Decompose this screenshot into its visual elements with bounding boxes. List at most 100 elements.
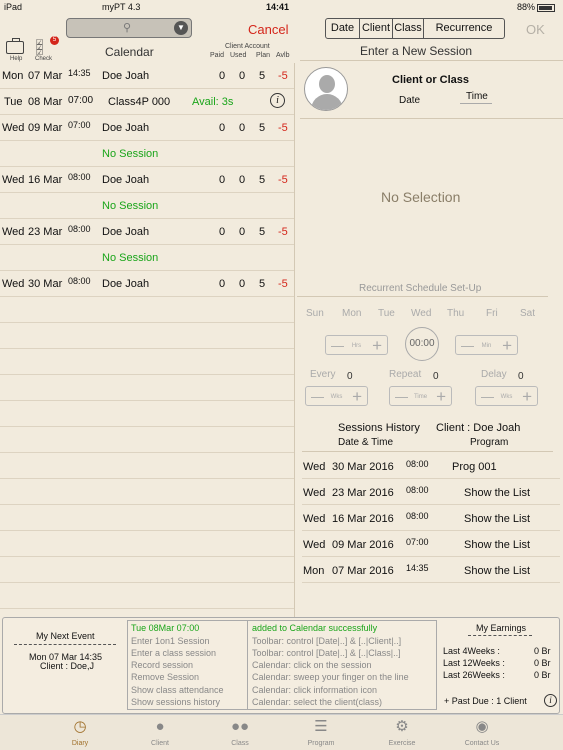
plus-icon[interactable]: + bbox=[436, 387, 446, 407]
row-paid: 0 bbox=[219, 226, 226, 238]
col-avlb: Avlb bbox=[276, 52, 290, 59]
delay-label: Delay bbox=[481, 369, 507, 380]
plus-icon[interactable]: + bbox=[522, 387, 532, 407]
avatar-body bbox=[311, 94, 343, 110]
earnings-value: 0 Br bbox=[534, 670, 551, 680]
info-icon[interactable]: i bbox=[544, 694, 557, 707]
time-underline bbox=[460, 103, 492, 104]
tab-label: Client bbox=[151, 740, 169, 747]
row-date: 23 Mar bbox=[28, 226, 63, 238]
history-program[interactable]: Show the List bbox=[464, 565, 530, 577]
weekday-wed[interactable]: Wed bbox=[411, 308, 431, 319]
log-left-line: Enter 1on1 Session bbox=[131, 636, 210, 646]
history-row[interactable]: Wed 23 Mar 2016 08:00 Show the List bbox=[302, 479, 560, 505]
plus-icon[interactable]: + bbox=[372, 336, 382, 356]
history-row[interactable]: Wed 09 Mar 2016 07:00 Show the List bbox=[302, 531, 560, 557]
checklist-icon[interactable]: ☑ ☑ ☑ bbox=[36, 39, 50, 57]
weekday-fri[interactable]: Fri bbox=[486, 308, 498, 319]
tab-program[interactable]: ☰ Program bbox=[281, 714, 361, 747]
history-time: 08:00 bbox=[406, 459, 429, 469]
row-date: 16 Mar bbox=[28, 174, 63, 186]
row-name: Doe Joah bbox=[102, 278, 150, 290]
status-bar: iPad myPT 4.3 14:41 88% bbox=[0, 0, 563, 14]
cancel-button[interactable]: Cancel bbox=[248, 22, 288, 37]
calendar-row[interactable]: Wed 23 Mar 08:00 Doe Joah 0 0 5 -5 bbox=[0, 219, 294, 245]
tab-label: Exercise bbox=[388, 740, 416, 747]
info-icon[interactable]: i bbox=[270, 93, 285, 108]
row-time: 08:00 bbox=[68, 276, 91, 286]
empty-row bbox=[0, 453, 294, 479]
empty-row bbox=[0, 479, 294, 505]
weekday-tue[interactable]: Tue bbox=[378, 308, 395, 319]
weekday-sat[interactable]: Sat bbox=[520, 308, 535, 319]
row-used: 0 bbox=[239, 174, 246, 186]
segment-class[interactable]: Class bbox=[393, 19, 424, 38]
row-avlb: -5 bbox=[278, 278, 288, 290]
plus-icon[interactable]: + bbox=[352, 387, 362, 407]
log-right-line: Toolbar: control [Date|..] & [..|Class|.… bbox=[252, 648, 401, 658]
calendar-row[interactable]: Wed 09 Mar 07:00 Doe Joah 0 0 5 -5 bbox=[0, 115, 294, 141]
calendar-row[interactable]: Tue 08 Mar 07:00 Class4P 000 Avail: 3s i bbox=[0, 89, 294, 115]
delay-stepper[interactable]: — Wks + bbox=[475, 386, 538, 406]
history-program[interactable]: Prog 001 bbox=[452, 461, 497, 473]
earnings-value: 0 Br bbox=[534, 646, 551, 656]
repeat-stepper[interactable]: — Time + bbox=[389, 386, 452, 406]
history-program[interactable]: Show the List bbox=[464, 487, 530, 499]
search-input[interactable]: ⚲ ▼ bbox=[66, 18, 192, 38]
tab-client[interactable]: ● Client bbox=[120, 714, 200, 747]
row-plan: 5 bbox=[259, 174, 266, 186]
hours-stepper[interactable]: — Hrs + bbox=[325, 335, 388, 355]
row-time: 07:00 bbox=[68, 120, 91, 130]
globe-icon: ◉ bbox=[475, 718, 489, 735]
segment-client[interactable]: Client bbox=[360, 19, 393, 38]
history-row[interactable]: Mon 07 Mar 2016 14:35 Show the List bbox=[302, 557, 560, 583]
row-avlb: -5 bbox=[278, 174, 288, 186]
row-used: 0 bbox=[239, 278, 246, 290]
divider bbox=[300, 60, 563, 61]
search-icon: ⚲ bbox=[123, 22, 132, 34]
segment-date[interactable]: Date bbox=[326, 19, 360, 38]
segment-recurrence[interactable]: Recurrence bbox=[424, 19, 504, 38]
log-right-line: Calendar: click information icon bbox=[252, 685, 378, 695]
row-paid: 0 bbox=[219, 174, 226, 186]
calendar-row[interactable]: No Session bbox=[0, 193, 294, 219]
weekday-sun[interactable]: Sun bbox=[306, 308, 324, 319]
tab-contact-us[interactable]: ◉ Contact Us bbox=[442, 714, 522, 747]
next-event-client[interactable]: Client : Doe,J bbox=[40, 661, 94, 671]
group-icon: ●● bbox=[230, 718, 250, 735]
time-display[interactable]: 00:00 bbox=[405, 327, 439, 361]
row-day: Tue bbox=[4, 96, 23, 108]
history-row[interactable]: Wed 16 Mar 2016 08:00 Show the List bbox=[302, 505, 560, 531]
time-label[interactable]: Time bbox=[466, 91, 488, 102]
tab-diary[interactable]: ◷ Diary bbox=[40, 714, 120, 747]
calendar-row[interactable]: Wed 16 Mar 08:00 Doe Joah 0 0 5 -5 bbox=[0, 167, 294, 193]
no-session-label: No Session bbox=[102, 252, 159, 264]
weekday-thu[interactable]: Thu bbox=[447, 308, 464, 319]
history-time: 08:00 bbox=[406, 485, 429, 495]
client-or-class-label[interactable]: Client or Class bbox=[392, 74, 469, 86]
history-row[interactable]: Wed 30 Mar 2016 08:00 Prog 001 bbox=[302, 453, 560, 479]
row-avlb: -5 bbox=[278, 70, 288, 82]
calendar-row[interactable]: Wed 30 Mar 08:00 Doe Joah 0 0 5 -5 bbox=[0, 271, 294, 297]
briefcase-icon[interactable] bbox=[6, 38, 24, 54]
log-right-line: Calendar: sweep your finger on the line bbox=[252, 672, 409, 682]
history-col-program: Program bbox=[470, 437, 509, 448]
history-program[interactable]: Show the List bbox=[464, 539, 530, 551]
past-due-label[interactable]: + Past Due : 1 Client bbox=[444, 696, 527, 706]
minutes-stepper[interactable]: — Min + bbox=[455, 335, 518, 355]
calendar-row[interactable]: No Session bbox=[0, 245, 294, 271]
col-used: Used bbox=[230, 52, 247, 59]
calendar-row[interactable]: No Session bbox=[0, 141, 294, 167]
history-program[interactable]: Show the List bbox=[464, 513, 530, 525]
tab-exercise[interactable]: ⚙ Exercise bbox=[362, 714, 442, 747]
tab-class[interactable]: ●● Class bbox=[200, 714, 280, 747]
check-badge: 5 bbox=[50, 36, 59, 45]
calendar-row[interactable]: Mon 07 Mar 14:35 Doe Joah 0 0 5 -5 bbox=[0, 63, 294, 89]
date-label[interactable]: Date bbox=[399, 95, 420, 106]
ok-button[interactable]: OK bbox=[526, 22, 545, 37]
weekday-mon[interactable]: Mon bbox=[342, 308, 361, 319]
avatar[interactable] bbox=[304, 67, 348, 111]
chevron-down-icon[interactable]: ▼ bbox=[174, 21, 188, 35]
every-stepper[interactable]: — Wks + bbox=[305, 386, 368, 406]
plus-icon[interactable]: + bbox=[502, 336, 512, 356]
